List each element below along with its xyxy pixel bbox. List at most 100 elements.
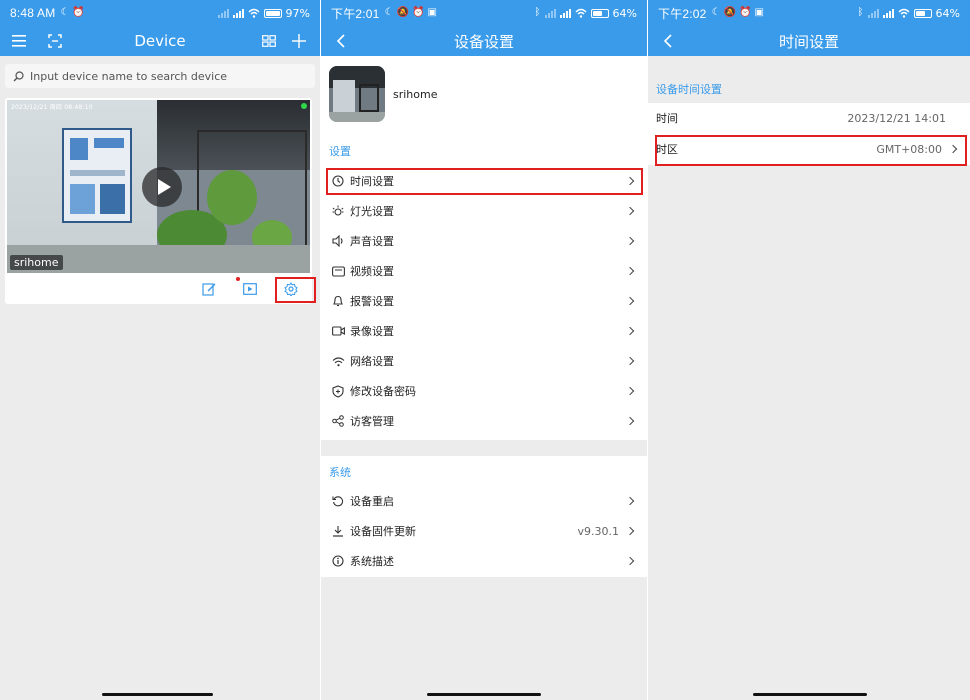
video-icon <box>331 264 345 278</box>
time-label: 时间 <box>656 112 678 125</box>
status-time: 8:48 AM <box>10 6 56 20</box>
menu-icon[interactable] <box>4 26 34 56</box>
time-settings-screen: 下午2:02 ☾ 🔕 ⏰ ▣ ᛒ 64% 时间设置 设备时间设置 时间 2023… <box>648 0 970 700</box>
home-indicator <box>427 693 541 696</box>
device-thumbnail <box>329 66 385 122</box>
firmware-version: v9.30.1 <box>577 524 620 538</box>
search-placeholder: Input device name to search device <box>30 69 228 83</box>
settings-row-password[interactable]: 修改设备密码 <box>321 376 647 406</box>
device-name-label: srihome <box>10 255 63 270</box>
chevron-right-icon <box>625 236 635 246</box>
share-icon <box>331 414 345 428</box>
add-device-icon[interactable] <box>284 26 314 56</box>
download-icon <box>331 524 345 538</box>
section-title-system: 系统 <box>329 466 351 479</box>
wifi-status-icon <box>575 8 587 18</box>
settings-row-guest[interactable]: 访客管理 <box>321 406 647 436</box>
settings-row-sound[interactable]: 声音设置 <box>321 226 647 256</box>
camera-icon <box>331 324 345 338</box>
speaker-icon <box>331 234 345 248</box>
chevron-right-icon <box>625 206 635 216</box>
chevron-right-icon <box>625 296 635 306</box>
status-bar: 下午2:02 ☾ 🔕 ⏰ ▣ ᛒ 64% <box>648 0 970 26</box>
wifi-status-icon <box>898 8 910 18</box>
home-indicator <box>102 693 213 696</box>
settings-row-video[interactable]: 视频设置 <box>321 256 647 286</box>
device-list-screen: 8:48 AM ☾ ⏰ 97% Device Input device name… <box>0 0 320 700</box>
highlight-box <box>275 277 316 303</box>
light-icon <box>331 204 345 218</box>
signal-icon <box>882 8 894 18</box>
status-time: 下午2:01 <box>331 6 380 21</box>
bluetooth-icon: ᛒ <box>857 7 864 18</box>
edit-icon[interactable] <box>201 281 217 297</box>
grid-view-icon[interactable] <box>254 26 284 56</box>
status-bar: 下午2:01 ☾ 🔕 ⏰ ▣ ᛒ 64% <box>321 0 647 26</box>
wifi-status-icon <box>248 8 260 18</box>
wifi-icon <box>331 354 345 368</box>
signal-icon <box>867 8 879 18</box>
device-settings-screen: 下午2:01 ☾ 🔕 ⏰ ▣ ᛒ 64% 设备设置 srihome 设置 时间设… <box>321 0 647 700</box>
search-icon <box>13 70 24 81</box>
battery-icon <box>263 8 282 18</box>
scan-icon[interactable] <box>40 26 70 56</box>
battery-icon <box>590 8 609 18</box>
signal-icon <box>559 8 571 18</box>
system-row-firmware[interactable]: 设备固件更新 v9.30.1 <box>321 516 647 546</box>
chevron-right-icon <box>625 356 635 366</box>
video-timestamp: 2023/12/21 周四 08:48:10 <box>11 104 93 111</box>
page-title: 时间设置 <box>778 32 839 51</box>
battery-level: 64% <box>612 6 637 20</box>
settings-row-network[interactable]: 网络设置 <box>321 346 647 376</box>
battery-level: 97% <box>285 6 310 20</box>
time-row: 时间 2023/12/21 14:01 <box>648 103 970 133</box>
camera-preview[interactable]: 2023/12/21 周四 08:48:10 srihome <box>7 100 310 273</box>
top-nav: 设备设置 <box>321 26 647 56</box>
restart-icon <box>331 494 345 508</box>
device-card[interactable]: 2023/12/21 周四 08:48:10 srihome <box>5 98 312 304</box>
signal-icon <box>544 8 556 18</box>
settings-row-light[interactable]: 灯光设置 <box>321 196 647 226</box>
back-icon[interactable] <box>325 26 355 56</box>
shield-icon <box>331 384 345 398</box>
playback-icon[interactable] <box>242 281 258 297</box>
signal-icon <box>217 8 229 18</box>
alarm-icon: ⏰ <box>411 7 425 18</box>
chevron-right-icon <box>625 526 635 536</box>
device-name: srihome <box>393 88 438 101</box>
settings-sheet: srihome 设置 时间设置 灯光设置 声音设置 视频设置 报警设置 录像设置… <box>321 56 647 496</box>
moon-icon: ☾ <box>384 7 394 18</box>
top-nav: 时间设置 <box>648 26 970 56</box>
back-icon[interactable] <box>652 26 682 56</box>
app-notification-icon: ▣ <box>754 7 764 18</box>
status-time: 下午2:02 <box>658 6 707 21</box>
chevron-right-icon <box>625 416 635 426</box>
section-divider <box>321 440 647 456</box>
info-icon <box>331 554 345 568</box>
online-indicator <box>301 103 307 109</box>
moon-icon: ☾ <box>60 7 70 18</box>
top-nav: Device <box>0 26 320 56</box>
notification-dot <box>236 277 240 281</box>
chevron-right-icon <box>625 496 635 506</box>
settings-row-alarm[interactable]: 报警设置 <box>321 286 647 316</box>
time-value: 2023/12/21 14:01 <box>847 111 946 125</box>
system-row-restart[interactable]: 设备重启 <box>321 486 647 516</box>
screenshot-stage: 8:48 AM ☾ ⏰ 97% Device Input device name… <box>0 0 970 700</box>
home-indicator <box>753 693 867 696</box>
device-card-actions <box>5 275 312 304</box>
search-input[interactable]: Input device name to search device <box>5 64 315 88</box>
chevron-right-icon <box>625 556 635 566</box>
system-row-about[interactable]: 系统描述 <box>321 546 647 576</box>
app-notification-icon: ▣ <box>427 7 437 18</box>
play-icon[interactable] <box>142 167 182 207</box>
section-title-settings: 设置 <box>329 145 351 158</box>
bell-icon <box>331 294 345 308</box>
chevron-right-icon <box>625 386 635 396</box>
moon-icon: ☾ <box>711 7 721 18</box>
section-title-device-time: 设备时间设置 <box>656 83 722 96</box>
highlight-box <box>655 135 967 166</box>
chevron-right-icon <box>625 326 635 336</box>
settings-row-recording[interactable]: 录像设置 <box>321 316 647 346</box>
page-title: 设备设置 <box>453 32 514 51</box>
